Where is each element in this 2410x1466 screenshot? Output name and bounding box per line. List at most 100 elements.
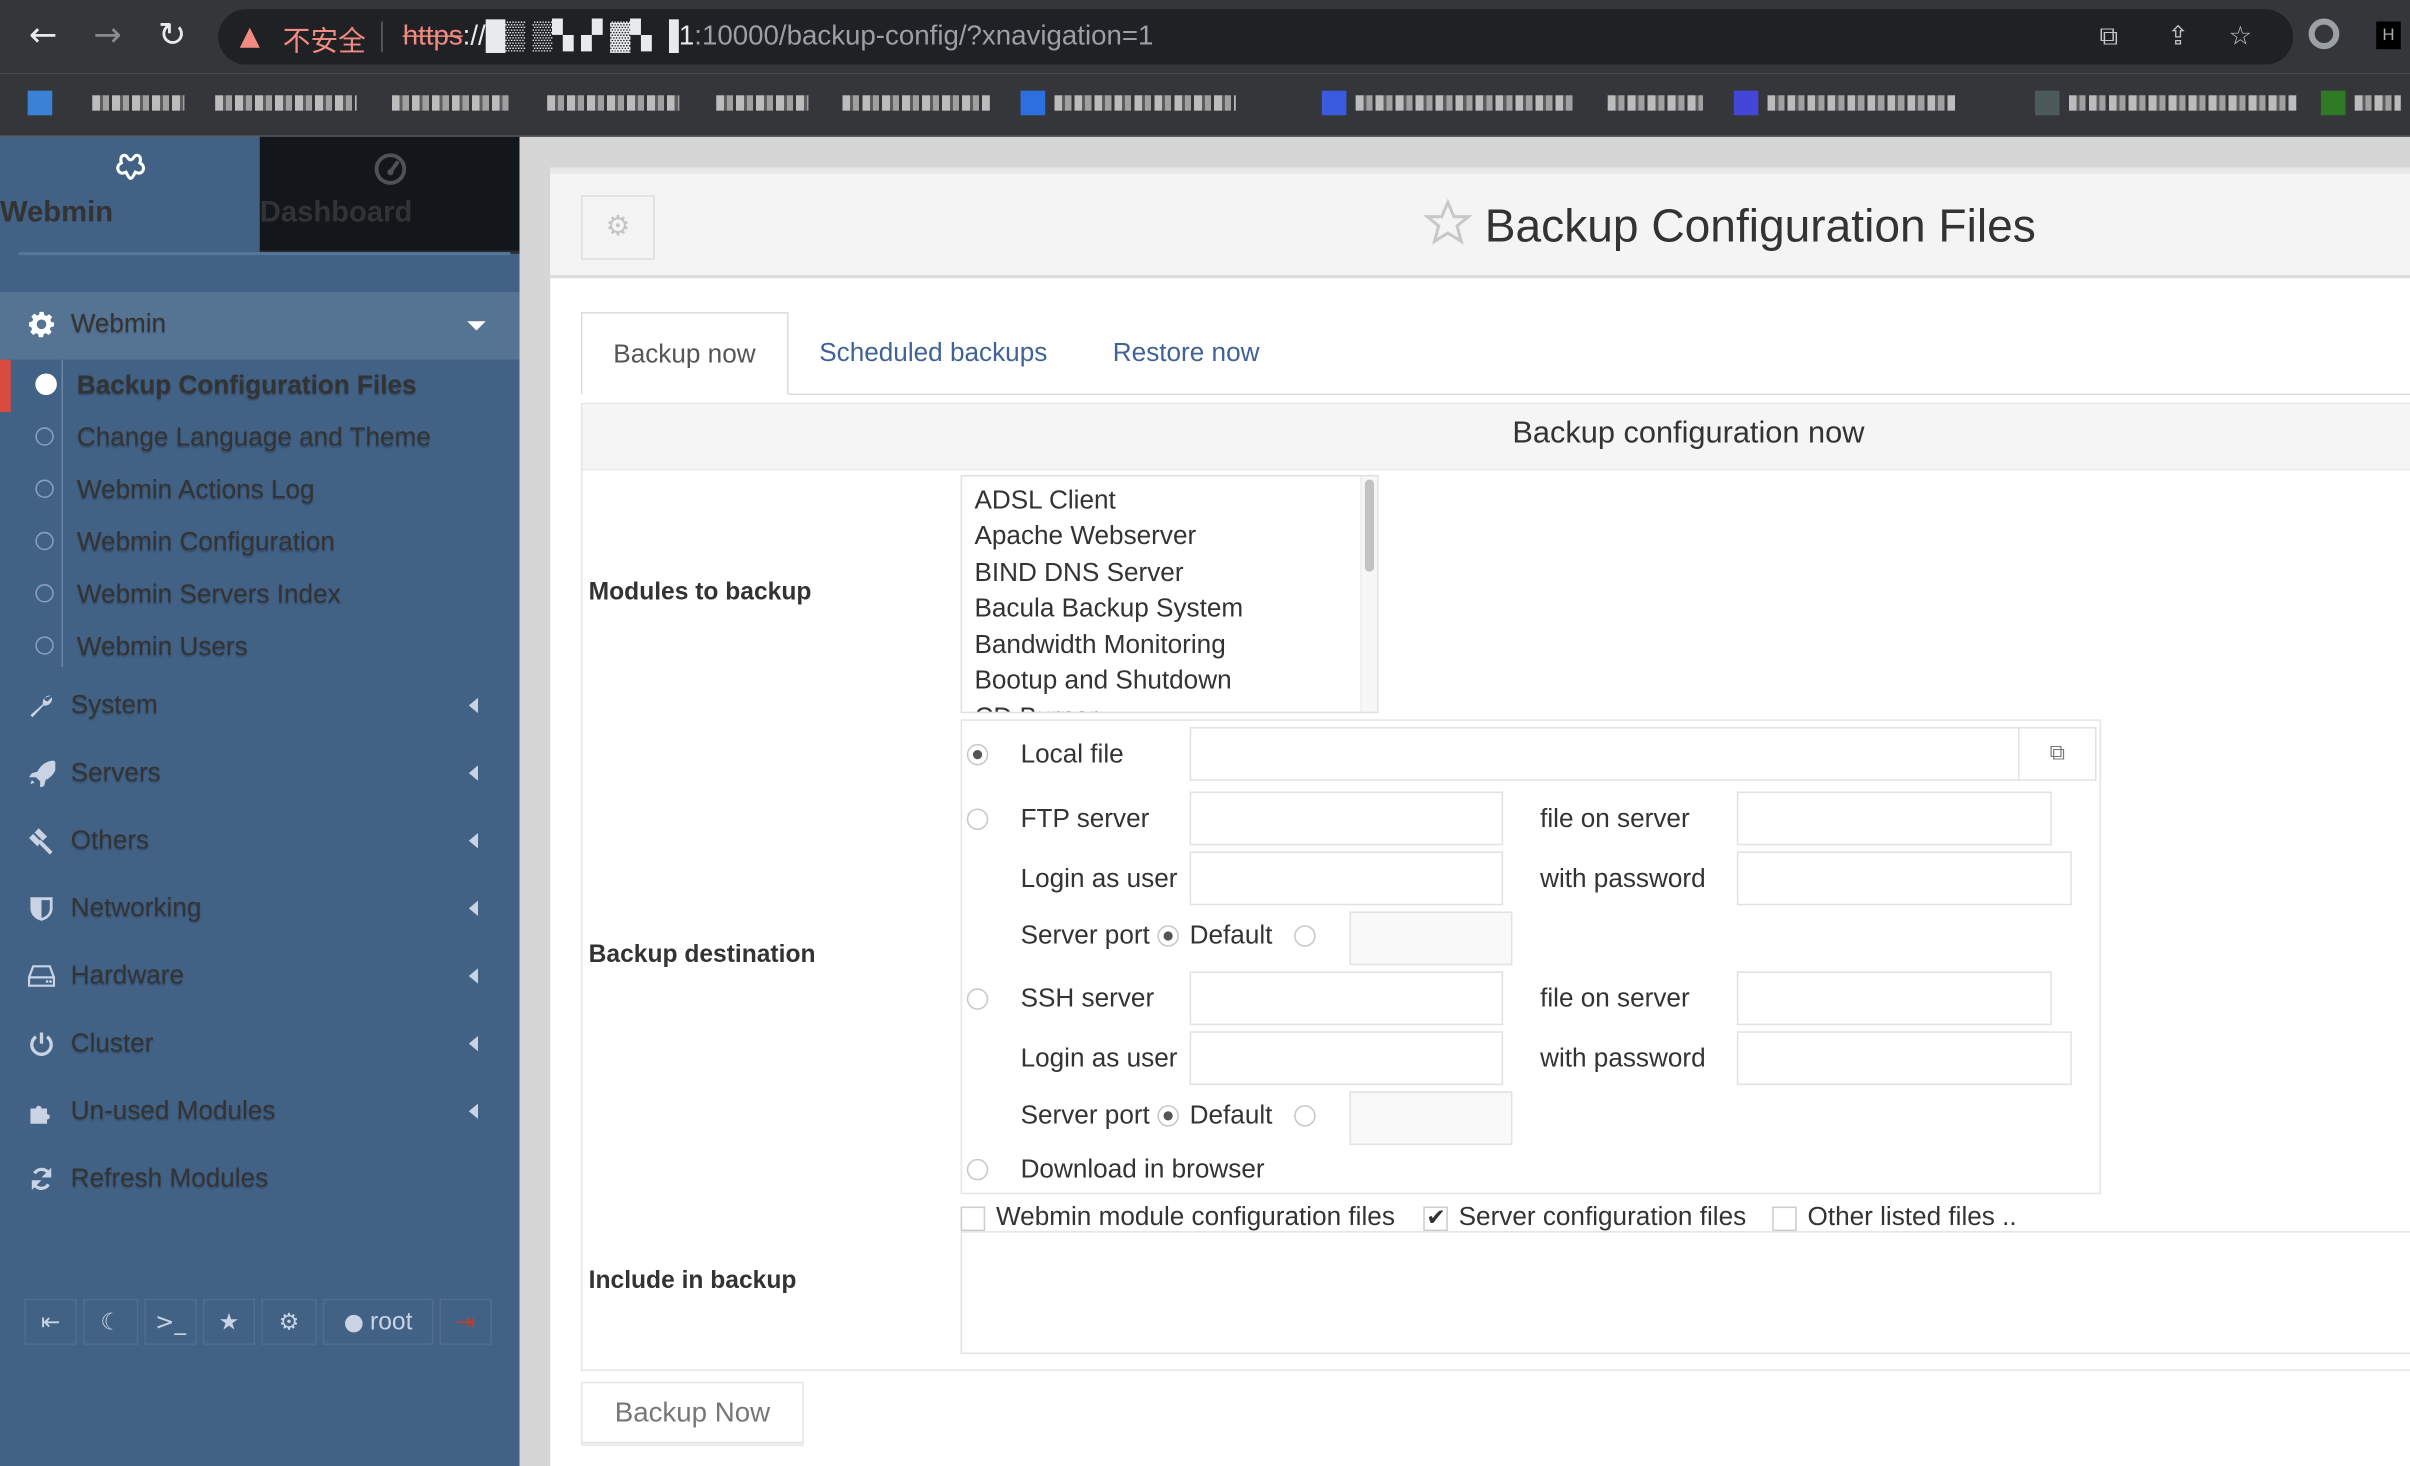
bookmark-favicon xyxy=(2034,90,2060,115)
sidebar-section-others[interactable]: Others xyxy=(0,808,520,876)
favorite-star-icon[interactable] xyxy=(1423,198,1473,247)
ftp-file-input[interactable] xyxy=(1736,791,2052,846)
bookmark[interactable] xyxy=(27,89,62,117)
tab-scheduled-backups[interactable]: Scheduled backups xyxy=(788,312,1078,393)
sidebar-section-hardware[interactable]: Hardware xyxy=(0,944,520,1012)
bookmark[interactable] xyxy=(2034,89,2297,117)
sidebar-item-webmin-servers-index[interactable]: Webmin Servers Index xyxy=(0,569,520,621)
back-icon[interactable]: ← xyxy=(22,15,65,58)
file-chooser-button[interactable]: ⧉ xyxy=(2019,727,2097,781)
bookmark-star-icon[interactable]: ☆ xyxy=(2229,22,2252,53)
checkbox-webmin-module-config[interactable] xyxy=(960,1206,986,1232)
gavel-icon xyxy=(29,828,53,855)
bookmark-label-obscured xyxy=(547,94,680,111)
bookmark[interactable] xyxy=(1607,89,1703,117)
ftp-server-input[interactable] xyxy=(1189,791,1504,846)
hdd-icon xyxy=(27,965,56,987)
bookmark[interactable] xyxy=(92,89,185,117)
bookmark[interactable] xyxy=(391,89,512,117)
bookmark[interactable] xyxy=(547,89,680,117)
security-status[interactable]: 不安全 xyxy=(283,20,366,60)
favorites-button[interactable]: ★ xyxy=(202,1298,256,1345)
radio-ssh-port-default[interactable] xyxy=(1157,1105,1179,1127)
sidebar-tab-dashboard[interactable]: Dashboard xyxy=(259,136,520,254)
radio-ftp-port-default[interactable] xyxy=(1157,925,1179,947)
module-option[interactable]: CD Burner xyxy=(974,702,1097,711)
bookmark-favicon xyxy=(27,90,53,115)
radio-local-file[interactable] xyxy=(966,743,989,766)
forward-icon[interactable]: → xyxy=(86,15,129,58)
sidebar-section-system[interactable]: System xyxy=(0,673,520,741)
sidebar-section-unused-modules[interactable]: Un-used Modules xyxy=(0,1079,520,1147)
collapse-sidebar-button[interactable]: ⇤ xyxy=(24,1298,77,1345)
ftp-login-label: Login as user xyxy=(1020,863,1178,893)
other-files-textarea[interactable] xyxy=(960,1231,2410,1355)
sidebar-item-backup-configuration-files[interactable]: Backup Configuration Files xyxy=(0,359,520,412)
reload-icon[interactable]: ↻ xyxy=(151,15,194,58)
radio-ftp-server[interactable] xyxy=(966,808,989,830)
ftp-user-input[interactable] xyxy=(1189,851,1504,906)
sidebar-section-cluster[interactable]: Cluster xyxy=(0,1011,520,1079)
module-option[interactable]: ADSL Client xyxy=(974,486,1115,517)
sidebar-item-change-language-and-theme[interactable]: Change Language and Theme xyxy=(0,412,520,464)
ssh-port-input[interactable] xyxy=(1349,1091,1513,1146)
bookmark[interactable] xyxy=(716,89,809,117)
user-button[interactable]: ● root xyxy=(322,1298,434,1345)
module-option[interactable]: Bacula Backup System xyxy=(974,593,1243,624)
module-option[interactable]: Apache Webserver xyxy=(974,521,1196,552)
tab-restore-now[interactable]: Restore now xyxy=(1082,312,1290,393)
radio-ssh-port-custom[interactable] xyxy=(1294,1105,1316,1127)
address-bar[interactable]: ▲ 不安全 https://█▒ ▒▚ ▞ ▓▚ ▐1:10000/backup… xyxy=(218,9,2294,65)
sidebar-section-servers[interactable]: Servers xyxy=(0,741,520,809)
night-mode-button[interactable]: ☾ xyxy=(82,1298,139,1345)
sidebar-section-networking[interactable]: Networking xyxy=(0,876,520,944)
modules-select[interactable]: ADSL Client Apache Webserver BIND DNS Se… xyxy=(960,474,1379,714)
url-path: :10000/backup-config/?xnavigation=1 xyxy=(694,19,1154,51)
sidebar-tab-webmin[interactable]: Webmin xyxy=(0,137,260,251)
bookmark[interactable] xyxy=(1321,89,1574,117)
ftp-port-input[interactable] xyxy=(1349,911,1513,966)
active-indicator xyxy=(0,359,11,412)
logout-button[interactable]: ⇥ xyxy=(439,1298,492,1345)
bookmark[interactable] xyxy=(1733,89,1956,117)
bookmark[interactable] xyxy=(1020,89,1236,117)
ftp-file-on-server-label: file on server xyxy=(1540,803,1690,834)
ssh-user-input[interactable] xyxy=(1189,1031,1504,1086)
extension-icon[interactable] xyxy=(2308,18,2340,50)
tab-backup-now[interactable]: Backup now xyxy=(580,312,788,396)
ssh-file-input[interactable] xyxy=(1736,971,2052,1026)
username: root xyxy=(370,1309,413,1336)
module-option[interactable]: BIND DNS Server xyxy=(974,558,1183,589)
ssh-password-input[interactable] xyxy=(1736,1031,2072,1086)
terminal-button[interactable]: >_ xyxy=(144,1298,197,1345)
checkbox-server-config[interactable] xyxy=(1423,1203,1448,1232)
local-file-input[interactable] xyxy=(1189,727,2020,781)
bookmark[interactable] xyxy=(2320,89,2401,117)
url-text[interactable]: https://█▒ ▒▚ ▞ ▓▚ ▐1:10000/backup-confi… xyxy=(403,20,1154,52)
bookmark[interactable] xyxy=(215,89,357,117)
module-option[interactable]: Bootup and Shutdown xyxy=(974,666,1231,697)
module-option[interactable]: Bandwidth Monitoring xyxy=(974,630,1225,661)
bookmark-label-obscured xyxy=(2068,94,2297,111)
destination-label: Backup destination xyxy=(588,942,816,969)
ssh-server-input[interactable] xyxy=(1189,971,1504,1026)
sidebar-section-webmin[interactable]: Webmin xyxy=(0,292,520,360)
ftp-password-input[interactable] xyxy=(1736,851,2072,906)
translate-icon[interactable]: ⧉ xyxy=(2100,22,2119,53)
file-chooser-icon: ⧉ xyxy=(2049,740,2065,766)
radio-ftp-port-custom[interactable] xyxy=(1294,925,1316,947)
checkbox-other-files[interactable] xyxy=(1772,1206,1797,1232)
radio-download-browser[interactable] xyxy=(966,1158,989,1181)
module-config-button[interactable]: ⚙ xyxy=(580,195,655,260)
sidebar-item-webmin-configuration[interactable]: Webmin Configuration xyxy=(0,516,520,568)
share-icon[interactable]: ⇪ xyxy=(2167,22,2189,53)
backup-now-button[interactable]: Backup Now xyxy=(580,1381,804,1444)
scrollbar-thumb[interactable] xyxy=(1364,479,1375,572)
bookmark[interactable] xyxy=(842,89,990,117)
sidebar-refresh-modules[interactable]: Refresh Modules xyxy=(0,1147,520,1215)
theme-settings-button[interactable]: ⚙ xyxy=(261,1298,317,1345)
sidebar-item-webmin-users[interactable]: Webmin Users xyxy=(0,621,520,673)
sidebar-item-webmin-actions-log[interactable]: Webmin Actions Log xyxy=(0,464,520,516)
radio-ssh-server[interactable] xyxy=(966,988,989,1010)
extension-icon[interactable]: H xyxy=(2376,21,2401,50)
